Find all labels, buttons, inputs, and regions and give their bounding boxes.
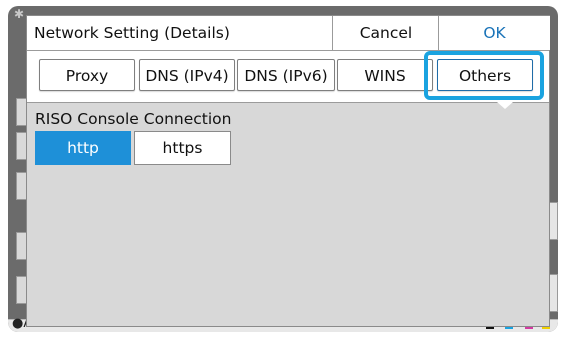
tab-bar: Proxy DNS (IPv4) DNS (IPv6) WINS Others (27, 51, 549, 103)
tab-pointer (497, 102, 513, 109)
tab-proxy[interactable]: Proxy (39, 59, 135, 91)
dialog-titlebar: Network Setting (Details) Cancel OK (27, 16, 550, 51)
cancel-button[interactable]: Cancel (332, 16, 439, 50)
tab-dns-ipv4[interactable]: DNS (IPv4) (139, 59, 235, 91)
user-icon: ● (12, 316, 24, 331)
ok-button[interactable]: OK (438, 16, 550, 50)
tab-others[interactable]: Others (437, 59, 533, 91)
https-option[interactable]: https (134, 131, 231, 165)
tab-wins[interactable]: WINS (337, 59, 433, 91)
gear-icon: ✱ (14, 7, 25, 21)
http-option[interactable]: http (35, 131, 131, 165)
network-setting-dialog: Network Setting (Details) Cancel OK Prox… (26, 15, 550, 327)
device-frame: ✱ ●Admin Idle K C M Y Network Setting (D… (0, 0, 566, 338)
dialog-title: Network Setting (Details) (34, 24, 230, 42)
riso-console-label: RISO Console Connection (35, 110, 232, 128)
tab-dns-ipv6[interactable]: DNS (IPv6) (237, 59, 335, 91)
